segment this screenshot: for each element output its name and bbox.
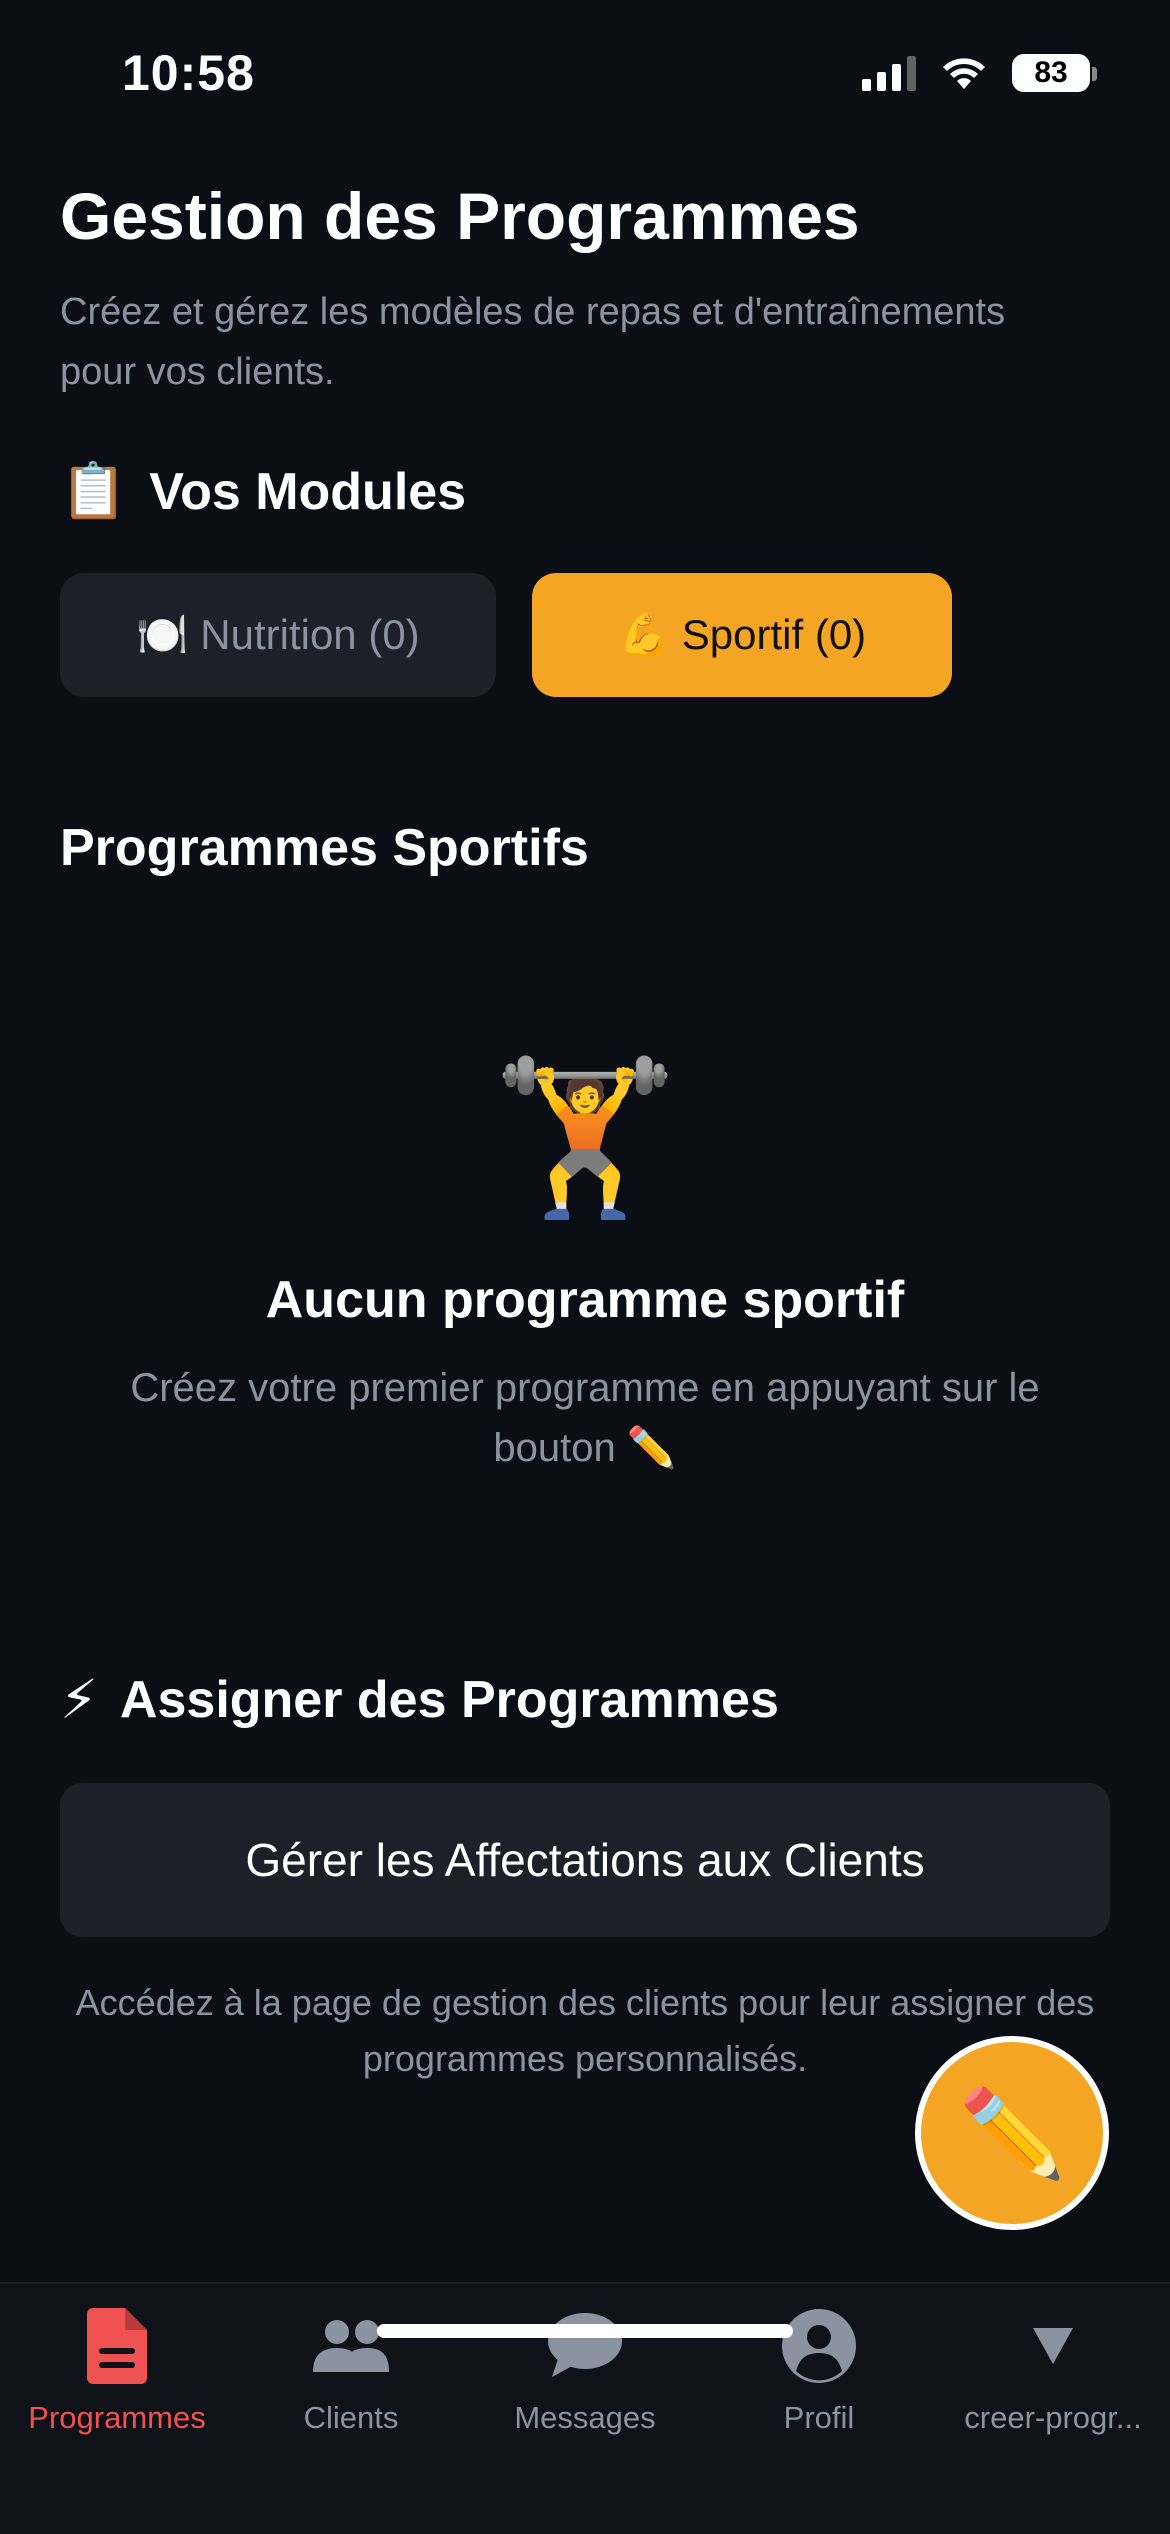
nutrition-module-label: 🍽️ Nutrition (0) [136, 610, 420, 658]
user-circle-icon [782, 2309, 856, 2383]
nutrition-module-button[interactable]: 🍽️ Nutrition (0) [60, 573, 496, 697]
sportif-module-label: 💪 Sportif (0) [617, 610, 867, 658]
wifi-icon [943, 58, 985, 89]
status-time: 10:58 [122, 45, 255, 101]
clipboard-icon: 📋 [60, 461, 128, 521]
page-subtitle: Créez et gérez les modèles de repas et d… [60, 291, 1006, 393]
tab-creer-programme-label: creer-progr... [964, 2400, 1142, 2435]
programmes-section-title: Programmes Sportifs [60, 819, 589, 877]
create-programme-fab[interactable]: ✏️ [915, 2036, 1109, 2230]
assign-title-text: Assigner des Programmes [119, 1670, 779, 1729]
assign-section-title: ⚡ Assigner des Programmes [60, 1668, 779, 1731]
tab-programmes-label: Programmes [28, 2400, 206, 2435]
tab-creer-programme[interactable]: creer-progr... [936, 2306, 1170, 2436]
document-icon [87, 2308, 147, 2384]
tab-messages-label: Messages [514, 2400, 656, 2435]
empty-state-description: Créez votre premier programme en appuyan… [130, 1366, 1040, 1470]
tab-programmes[interactable]: Programmes [0, 2306, 234, 2436]
manage-assignments-button[interactable]: Gérer les Affectations aux Clients [60, 1783, 1110, 1937]
pencil-icon: ✏️ [958, 2085, 1066, 2182]
status-icons: 83 [862, 54, 1097, 92]
modules-title-text: Vos Modules [149, 462, 467, 521]
home-indicator [377, 2324, 793, 2338]
sportif-module-button[interactable]: 💪 Sportif (0) [532, 573, 952, 697]
tab-bar: Programmes Clients Messages Profil creer… [0, 2282, 1170, 2534]
page-title: Gestion des Programmes [60, 179, 860, 253]
triangle-down-icon [1033, 2328, 1073, 2364]
status-bar: 10:58 83 [0, 0, 1170, 150]
manage-assignments-label: Gérer les Affectations aux Clients [245, 1834, 925, 1886]
cellular-signal-icon [862, 55, 916, 91]
tab-clients-label: Clients [303, 2400, 399, 2435]
modules-section-title: 📋 Vos Modules [60, 460, 466, 523]
chat-bubble-icon [548, 2313, 622, 2377]
empty-state-title: Aucun programme sportif [265, 1271, 905, 1329]
tab-profil-label: Profil [783, 2400, 855, 2435]
weightlifter-icon: 🏋️ [491, 1053, 679, 1221]
lightning-icon: ⚡ [60, 1670, 98, 1730]
battery-icon: 83 [1012, 54, 1097, 92]
